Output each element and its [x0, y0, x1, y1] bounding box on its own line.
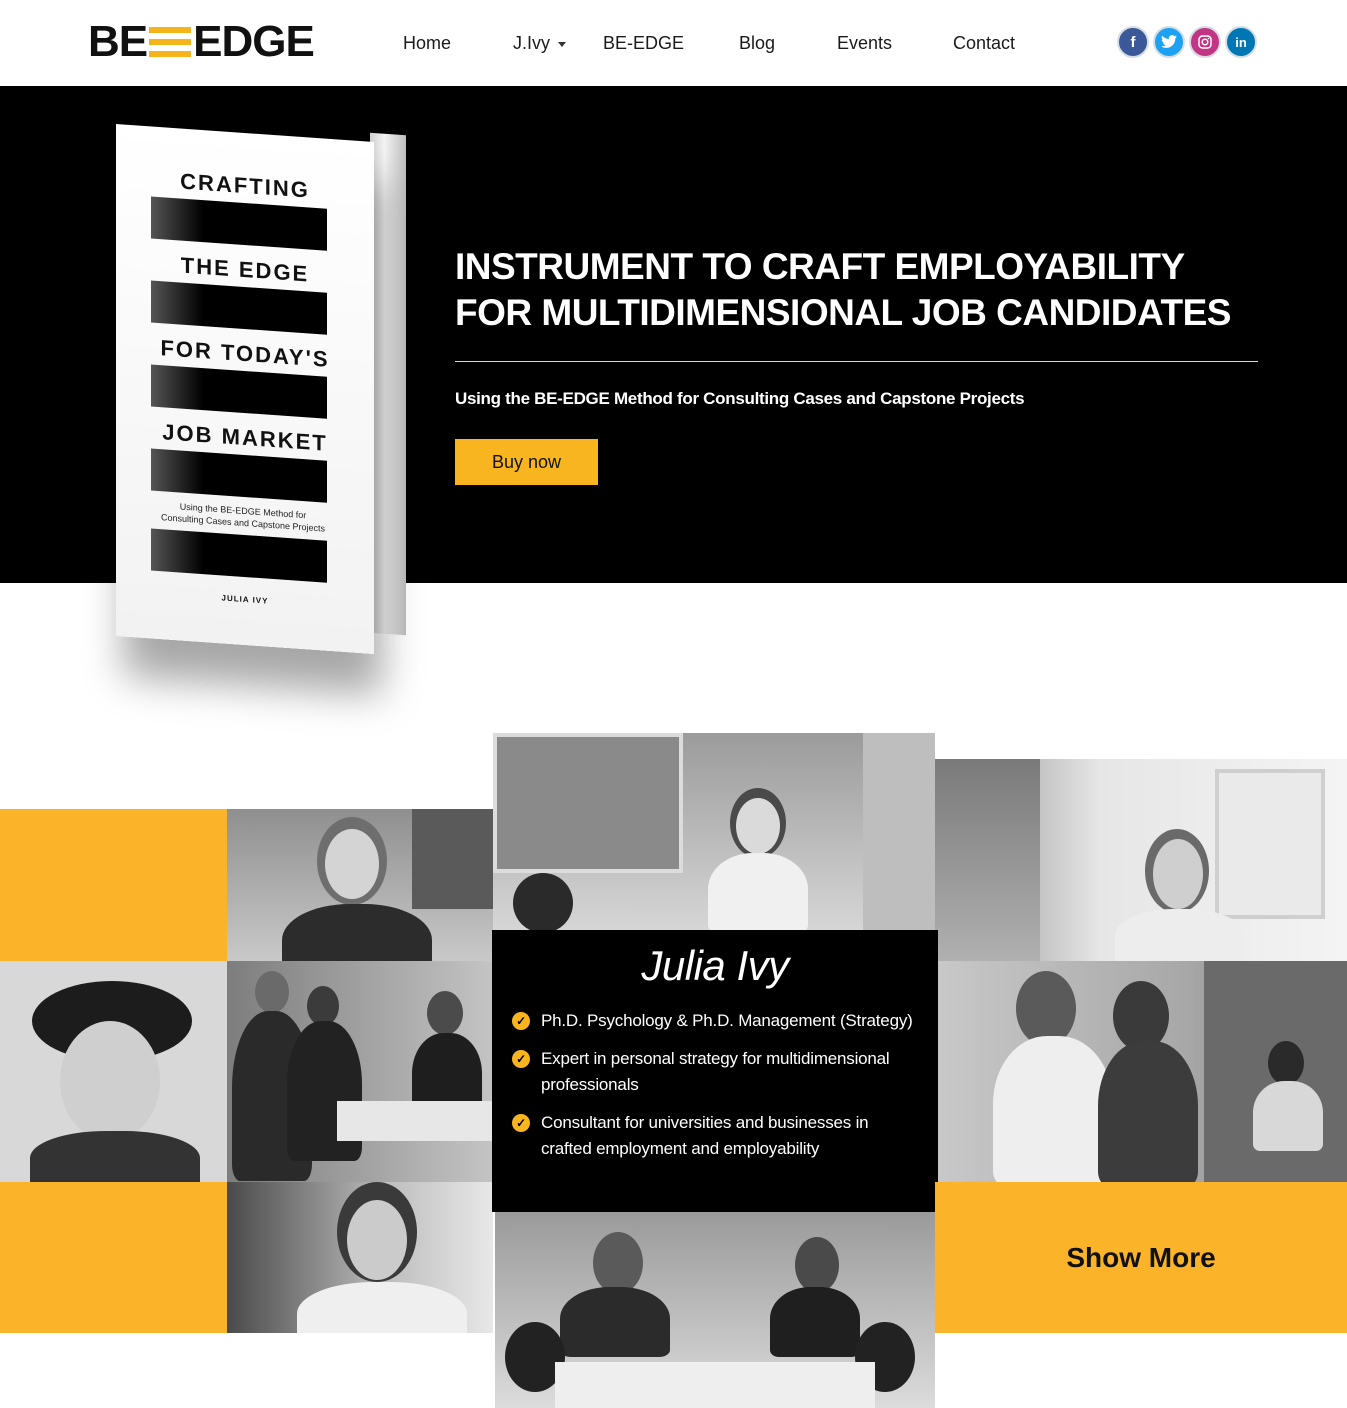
bio-card: Julia Ivy ✓ Ph.D. Psychology & Ph.D. Mana…: [492, 930, 938, 1212]
book-stripe: [151, 364, 327, 419]
yellow-tile: [0, 1182, 227, 1333]
book-cover-image[interactable]: CRAFTING THE EDGE FOR TODAY'S JOB MARKET…: [116, 124, 406, 655]
book-stripe: [151, 196, 327, 251]
bio-list: ✓ Ph.D. Psychology & Ph.D. Management (St…: [512, 1008, 922, 1174]
photo-julia-lanyard: [227, 1182, 493, 1333]
bio-item-text: Ph.D. Psychology & Ph.D. Management (Str…: [541, 1011, 913, 1030]
bio-item: ✓ Ph.D. Psychology & Ph.D. Management (St…: [512, 1008, 922, 1034]
photo-julia-networking: [938, 961, 1347, 1182]
facebook-icon[interactable]: f: [1117, 26, 1149, 58]
photo-julia-office: [493, 733, 935, 930]
instagram-icon[interactable]: [1189, 26, 1221, 58]
nav-contact[interactable]: Contact: [953, 28, 1015, 58]
bio-item: ✓ Consultant for universities and busines…: [512, 1110, 922, 1162]
photo-meeting-group: [227, 961, 493, 1182]
book-cover: CRAFTING THE EDGE FOR TODAY'S JOB MARKET…: [116, 124, 374, 655]
photo-julia-hat: [0, 961, 227, 1182]
check-circle-icon: ✓: [512, 1012, 530, 1030]
book-stripe: [151, 280, 327, 335]
site-logo[interactable]: BE EDGE: [88, 17, 315, 66]
page: BE EDGE Home J.Ivy BE-EDGE Blog Events C…: [0, 0, 1347, 1408]
logo-text-left: BE: [88, 17, 148, 66]
hero-subtitle: Using the BE-EDGE Method for Consulting …: [455, 389, 1025, 408]
bio-item-text: Consultant for universities and business…: [541, 1113, 869, 1158]
book-subtitle: Using the BE-EDGE Method for Consulting …: [160, 501, 326, 534]
nav-blog[interactable]: Blog: [739, 28, 775, 58]
bio-item-text: Expert in personal strategy for multidim…: [541, 1049, 890, 1094]
logo-bars-icon: [149, 27, 192, 57]
book-author: JULIA IVY: [221, 593, 269, 606]
check-circle-icon: ✓: [512, 1114, 530, 1132]
photo-julia-speaking: [227, 809, 493, 961]
hero-title-line1: INSTRUMENT TO CRAFT EMPLOYABILITY: [455, 246, 1185, 287]
nav-home[interactable]: Home: [403, 28, 451, 58]
hero-title: INSTRUMENT TO CRAFT EMPLOYABILITY FOR MU…: [455, 244, 1275, 336]
linkedin-icon[interactable]: in: [1225, 26, 1257, 58]
buy-now-button[interactable]: Buy now: [455, 439, 598, 485]
hero-title-line2: FOR MULTIDIMENSIONAL JOB CANDIDATES: [455, 292, 1231, 333]
nav-jivy-label: J.Ivy: [513, 33, 551, 53]
book-stripe: [151, 528, 327, 583]
show-more-button[interactable]: Show More: [935, 1182, 1347, 1333]
check-circle-icon: ✓: [512, 1050, 530, 1068]
bio-item: ✓ Expert in personal strategy for multidi…: [512, 1046, 922, 1098]
book-spine: [370, 132, 406, 636]
bio-name: Julia Ivy: [641, 942, 789, 989]
photo-julia-window: [935, 759, 1347, 961]
nav-events[interactable]: Events: [837, 28, 892, 58]
nav-jivy[interactable]: J.Ivy: [513, 28, 567, 58]
social-links: f in: [1117, 26, 1257, 58]
site-header: BE EDGE Home J.Ivy BE-EDGE Blog Events C…: [0, 0, 1347, 86]
nav-be-edge[interactable]: BE-EDGE: [603, 28, 684, 58]
photo-team-table: [495, 1212, 935, 1408]
twitter-icon[interactable]: [1153, 26, 1185, 58]
hero-divider: [455, 361, 1258, 362]
book-stripe: [151, 448, 327, 503]
yellow-tile: [0, 809, 227, 961]
logo-text-right: EDGE: [193, 17, 315, 66]
chevron-down-icon: [558, 41, 567, 47]
